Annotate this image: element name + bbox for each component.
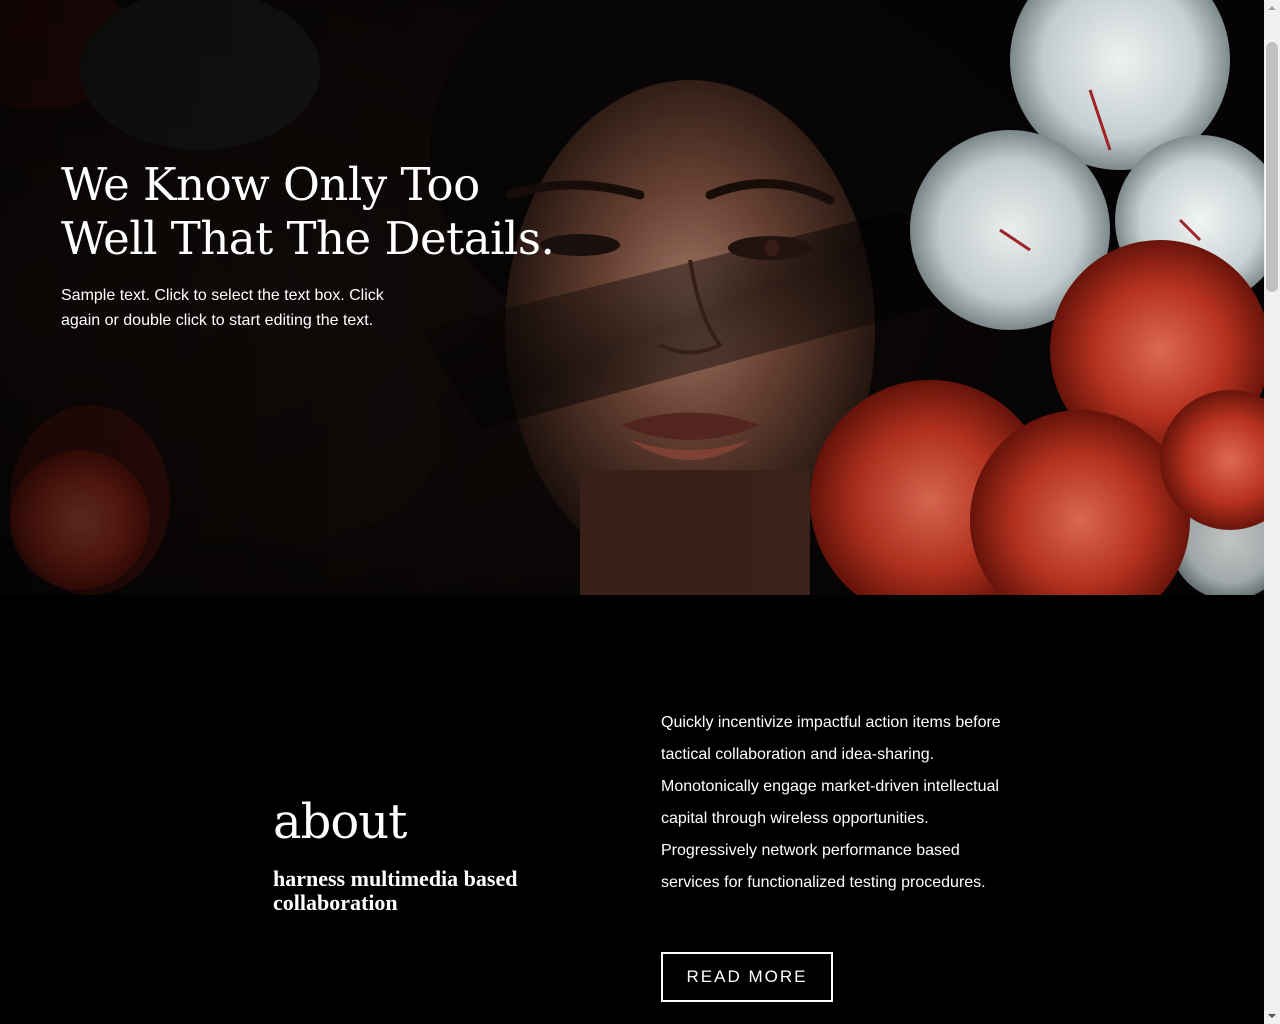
vertical-scrollbar[interactable] (1264, 0, 1280, 1024)
page: We Know Only Too Well That The Details. … (0, 0, 1280, 1024)
about-body-text: Quickly incentivize impactful action ite… (661, 714, 1001, 891)
chevron-up-icon[interactable] (1264, 0, 1280, 16)
chevron-down-icon[interactable] (1264, 1008, 1280, 1024)
hero-title: We Know Only Too Well That The Details. (61, 158, 621, 266)
hero-text: Sample text. Click to select the text bo… (61, 287, 384, 329)
hero-title-line: We Know Only Too (61, 158, 480, 211)
hero-title-line: Well That The Details. (61, 212, 555, 265)
about-subheading: harness multimedia based collaboration (273, 866, 518, 915)
about-heading: about (273, 794, 407, 850)
hero-section: We Know Only Too Well That The Details. … (0, 0, 1264, 595)
read-more-button[interactable]: READ MORE (661, 952, 833, 1002)
scrollbar-thumb[interactable] (1266, 42, 1278, 292)
